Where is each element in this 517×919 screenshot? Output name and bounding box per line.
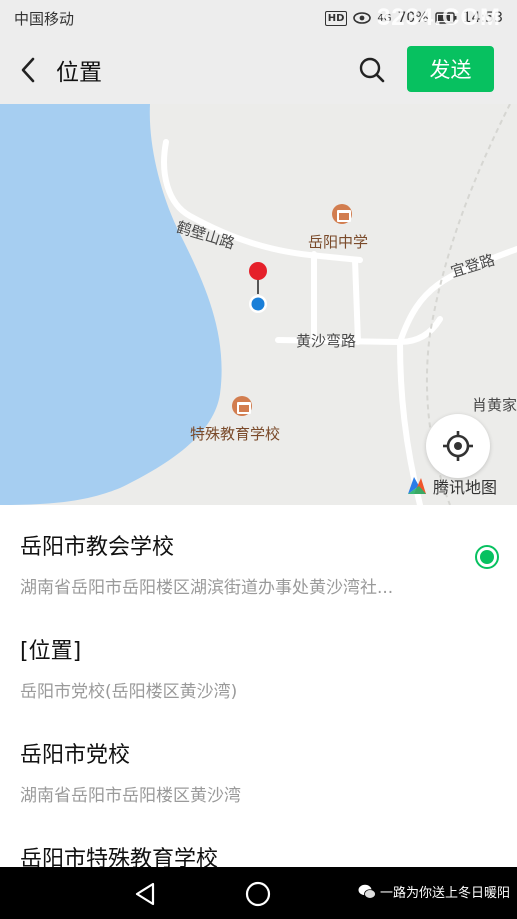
school-poi-icon[interactable] <box>232 396 252 416</box>
wechat-account-tag: 一路为你送上冬日暖阳 <box>358 882 510 901</box>
send-button[interactable]: 发送 <box>407 46 494 92</box>
map-provider-logo: 腾讯地图 <box>405 474 497 498</box>
location-pin <box>249 262 267 280</box>
location-address: 湖南省岳阳市岳阳楼区湖滨街道办事处黄沙湾社... <box>20 578 394 598</box>
location-list: 岳阳市教会学校 湖南省岳阳市岳阳楼区湖滨街道办事处黄沙湾社... [位置] 岳阳… <box>0 505 517 867</box>
list-item[interactable]: [位置] 岳阳市党校(岳阳楼区黄沙湾) <box>0 609 517 713</box>
wechat-icon <box>358 884 376 899</box>
eye-icon <box>353 12 372 24</box>
system-nav-bar: 一路为你送上冬日暖阳 <box>0 867 517 919</box>
location-address: 湖南省岳阳市岳阳楼区黄沙湾 <box>20 786 241 806</box>
tencent-map-icon <box>408 477 426 494</box>
wechat-account-label: 一路为你送上冬日暖阳 <box>380 886 511 901</box>
back-button[interactable] <box>0 36 56 104</box>
place-label-xiaohuangjia: 肖黄家 <box>472 396 517 414</box>
location-address: 岳阳市党校(岳阳楼区黄沙湾) <box>20 682 238 702</box>
location-name: 岳阳市教会学校 <box>20 535 175 560</box>
location-name: [位置] <box>20 639 82 664</box>
poi-label-yueyang-middle[interactable]: 岳阳中学 <box>308 231 368 252</box>
map-provider-label: 腾讯地图 <box>433 478 498 497</box>
hd-badge: HD <box>324 10 348 26</box>
location-name: 岳阳市特殊教育学校 <box>20 847 219 867</box>
chevron-left-icon <box>21 57 35 83</box>
locate-button[interactable] <box>426 414 490 478</box>
nav-home-button[interactable] <box>241 877 275 911</box>
search-icon <box>359 57 385 83</box>
road-label-huangshawan: 黄沙弯路 <box>296 332 357 350</box>
selected-radio-icon <box>475 545 499 569</box>
watermark: 3234.COM <box>376 4 501 31</box>
map-view[interactable]: 鹤壁山路 宜登路 黄沙弯路 肖黄家 岳阳中学 特殊教育学校 腾讯地图 <box>0 104 517 505</box>
search-button[interactable] <box>352 50 392 90</box>
status-bar: 中国移动 HD 4G 70% 14:53 3234.COM <box>0 0 517 36</box>
triangle-back-icon <box>135 882 155 906</box>
list-item[interactable]: 岳阳市党校 湖南省岳阳市岳阳楼区黄沙湾 <box>0 713 517 817</box>
list-item[interactable]: 岳阳市特殊教育学校 <box>0 817 517 867</box>
lake-area <box>0 104 222 505</box>
location-name: 岳阳市党校 <box>20 743 131 768</box>
school-poi-icon[interactable] <box>332 204 352 224</box>
locate-icon <box>443 431 473 461</box>
carrier-label: 中国移动 <box>14 9 75 28</box>
page-title: 位置 <box>56 60 102 86</box>
list-item[interactable]: 岳阳市教会学校 湖南省岳阳市岳阳楼区湖滨街道办事处黄沙湾社... <box>0 505 517 609</box>
poi-label-special-school[interactable]: 特殊教育学校 <box>190 423 280 444</box>
circle-home-icon <box>245 881 271 907</box>
title-bar: 位置 发送 <box>0 36 517 104</box>
nav-back-button[interactable] <box>128 877 162 911</box>
screen: 中国移动 HD 4G 70% 14:53 3234.COM 位置 发送 鹤壁山路… <box>0 0 517 919</box>
